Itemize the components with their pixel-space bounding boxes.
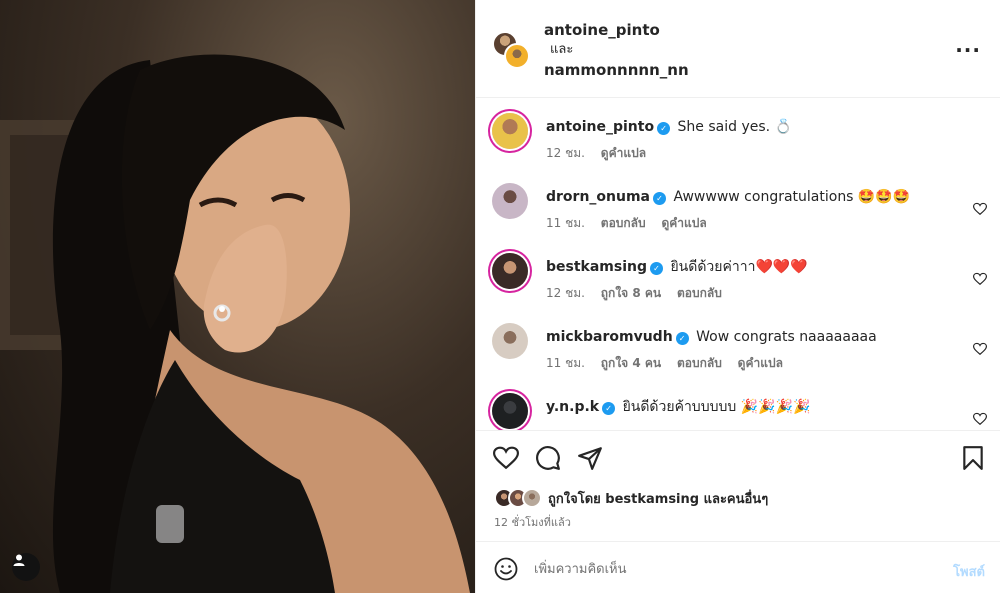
comment-likes-count[interactable]: ถูกใจ 4 คน: [601, 356, 661, 370]
comment-username[interactable]: y.n.p.k: [546, 399, 599, 415]
heart-icon[interactable]: [493, 445, 519, 471]
comment-username[interactable]: mickbaromvudh: [546, 329, 673, 345]
comment-composer: โพสต์: [476, 541, 1000, 593]
comment-body: She said yes. 💍: [677, 119, 792, 135]
see-translation-button[interactable]: ดูคำแปล: [661, 216, 706, 230]
post-header: antoine_pinto และ nammonnnnn_nn ···: [476, 0, 1000, 98]
comment-icon[interactable]: [535, 445, 561, 471]
verified-badge-icon: ✓: [650, 262, 664, 275]
post-timestamp: 12 ชั่วโมงที่แล้ว: [494, 516, 571, 529]
avatar[interactable]: [492, 323, 528, 359]
verified-badge-icon: ✓: [653, 192, 667, 205]
comment-item: drorn_onuma ✓ Awwwww congratulations 🤩🤩🤩 …: [476, 169, 1000, 239]
see-translation-button[interactable]: ดูคำแปล: [601, 146, 646, 160]
comment-text: bestkamsing ✓ ยินดีด้วยค่าาา❤️❤️❤️: [546, 258, 808, 276]
comment-body: ยินดีด้วยค่าาา❤️❤️❤️: [670, 259, 808, 275]
photo-illustration: [0, 54, 470, 593]
comment-body: Awwwww congratulations 🤩🤩🤩: [673, 189, 911, 205]
author-conjunction: และ: [550, 42, 574, 57]
emoji-icon[interactable]: [494, 557, 518, 581]
comment-time: 11 ชม.: [546, 356, 585, 370]
more-options-icon[interactable]: ···: [955, 38, 981, 62]
comment-time: 12 ชม.: [546, 286, 585, 300]
avatar[interactable]: [504, 43, 530, 69]
comment-time: 12 ชม.: [546, 146, 585, 160]
see-translation-button[interactable]: ดูคำแปล: [738, 356, 783, 370]
verified-badge-icon: ✓: [675, 332, 689, 345]
avatar[interactable]: [492, 393, 528, 429]
comment-item: bestkamsing ✓ ยินดีด้วยค่าาา❤️❤️❤️ 12 ชม.…: [476, 239, 1000, 309]
comment-text: mickbaromvudh ✓ Wow congrats naaaaaaaa: [546, 328, 877, 346]
comment-text: y.n.p.k ✓ ยินดีด้วยค้าบบบบบ 🎉🎉🎉🎉: [546, 398, 810, 416]
comment-meta: 12 ชม. ถูกใจ 8 คน ตอบกลับ: [546, 284, 734, 303]
reply-button[interactable]: ตอบกลับ: [601, 216, 646, 230]
like-comment-heart-icon[interactable]: [973, 202, 987, 216]
post-actions: ถูกใจโดย bestkamsing และคนอื่นๆ 12 ชั่วโ…: [476, 430, 1000, 540]
like-comment-heart-icon[interactable]: [973, 342, 987, 356]
user-tag-button[interactable]: [12, 553, 40, 581]
post-photo[interactable]: [0, 0, 475, 593]
post-side-panel: antoine_pinto และ nammonnnnn_nn ··· anto…: [475, 0, 1000, 593]
avatar[interactable]: [492, 113, 528, 149]
author-username-1[interactable]: antoine_pinto: [544, 20, 689, 40]
comment-meta: 11 ชม. ถูกใจ 4 คน ตอบกลับ ดูคำแปล: [546, 354, 795, 373]
verified-badge-icon: ✓: [602, 402, 616, 415]
liked-by-row[interactable]: ถูกใจโดย bestkamsing และคนอื่นๆ: [494, 488, 768, 508]
like-comment-heart-icon[interactable]: [973, 272, 987, 286]
avatar[interactable]: [492, 253, 528, 289]
comment-meta: 11 ชม. ตอบกลับ ดูคำแปล: [546, 214, 719, 233]
comment-likes-count[interactable]: ถูกใจ 8 คน: [601, 286, 661, 300]
author-username-2[interactable]: nammonnnnn_nn: [544, 60, 689, 80]
comment-text: drorn_onuma ✓ Awwwww congratulations 🤩🤩🤩: [546, 188, 910, 206]
comment-time: 11 ชม.: [546, 216, 585, 230]
liked-by-text[interactable]: ถูกใจโดย bestkamsing และคนอื่นๆ: [548, 488, 768, 509]
reply-button[interactable]: ตอบกลับ: [677, 356, 722, 370]
comment-username[interactable]: drorn_onuma: [546, 189, 650, 205]
collab-authors: antoine_pinto และ nammonnnnn_nn: [544, 20, 689, 80]
reply-button[interactable]: ตอบกลับ: [677, 286, 722, 300]
user-tag-icon: [13, 554, 25, 566]
share-icon[interactable]: [577, 445, 603, 471]
caption: antoine_pinto ✓ She said yes. 💍 12 ชม. ดู…: [476, 99, 1000, 169]
comment-meta: 12 ชม. ดูคำแปล: [546, 144, 658, 163]
comment-body: ยินดีด้วยค้าบบบบบ 🎉🎉🎉🎉: [622, 399, 811, 415]
post-comment-button[interactable]: โพสต์: [953, 561, 985, 582]
comment-body: Wow congrats naaaaaaaa: [696, 329, 877, 345]
comment-text: antoine_pinto ✓ She said yes. 💍: [546, 118, 792, 136]
comment-username[interactable]: bestkamsing: [546, 259, 647, 275]
comment-item: mickbaromvudh ✓ Wow congrats naaaaaaaa 11…: [476, 309, 1000, 379]
comment-item: y.n.p.k ✓ ยินดีด้วยค้าบบบบบ 🎉🎉🎉🎉: [476, 379, 1000, 430]
comment-input[interactable]: [534, 555, 924, 583]
collab-avatars[interactable]: [492, 31, 530, 69]
comments-list[interactable]: antoine_pinto ✓ She said yes. 💍 12 ชม. ดู…: [476, 99, 1000, 430]
bookmark-icon[interactable]: [960, 445, 986, 471]
avatar[interactable]: [492, 183, 528, 219]
like-comment-heart-icon[interactable]: [973, 412, 987, 426]
comment-username[interactable]: antoine_pinto: [546, 119, 654, 135]
verified-badge-icon: ✓: [657, 122, 671, 135]
avatar: [522, 488, 542, 508]
